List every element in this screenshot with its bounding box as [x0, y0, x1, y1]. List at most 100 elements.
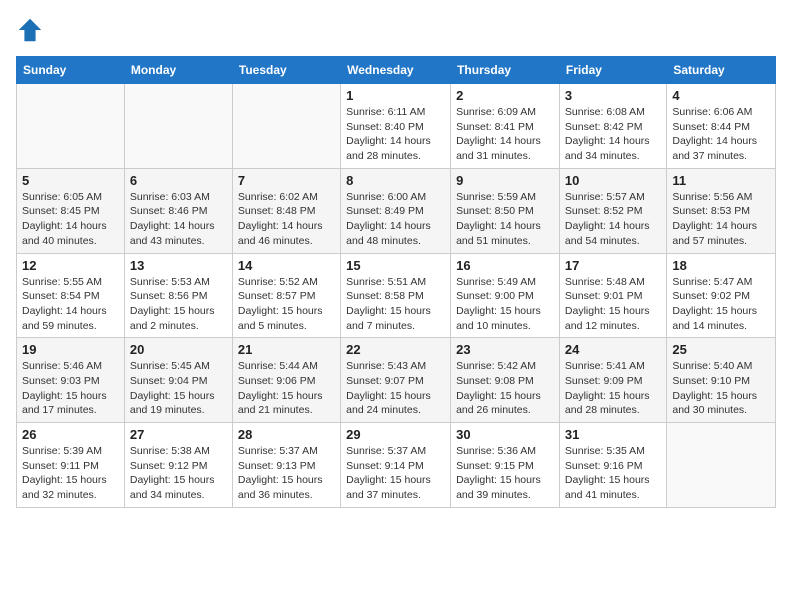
day-number: 13 [130, 258, 227, 273]
calendar-cell: 16 Sunrise: 5:49 AM Sunset: 9:00 PM Dayli… [451, 253, 560, 338]
day-info: Sunrise: 5:45 AM Sunset: 9:04 PM Dayligh… [130, 359, 227, 418]
calendar-cell [124, 84, 232, 169]
calendar-cell: 15Sunrise: 5:51 AM Sunset: 8:58 PM Dayli… [341, 253, 451, 338]
calendar-cell: 5 Sunrise: 6:05 AM Sunset: 8:45 PM Daylig… [17, 168, 125, 253]
day-number: 21 [238, 342, 335, 357]
day-info: Sunrise: 5:56 AM Sunset: 8:53 PM Dayligh… [672, 190, 770, 249]
calendar-cell: 2Sunrise: 6:09 AM Sunset: 8:41 PM Daylig… [451, 84, 560, 169]
calendar-cell: 10 Sunrise: 5:57 AM Sunset: 8:52 PM Dayli… [559, 168, 666, 253]
day-number: 12 [22, 258, 119, 273]
day-number: 16 [456, 258, 554, 273]
day-number: 30 [456, 427, 554, 442]
day-info: Sunrise: 5:38 AM Sunset: 9:12 PM Dayligh… [130, 444, 227, 503]
calendar-cell: 12 Sunrise: 5:55 AM Sunset: 8:54 PM Dayli… [17, 253, 125, 338]
day-number: 7 [238, 173, 335, 188]
calendar-cell: 24 Sunrise: 5:41 AM Sunset: 9:09 PM Dayli… [559, 338, 666, 423]
day-number: 11 [672, 173, 770, 188]
day-info: Sunrise: 5:44 AM Sunset: 9:06 PM Dayligh… [238, 359, 335, 418]
calendar-cell [17, 84, 125, 169]
day-number: 24 [565, 342, 661, 357]
day-number: 8 [346, 173, 445, 188]
calendar-cell: 21 Sunrise: 5:44 AM Sunset: 9:06 PM Dayli… [232, 338, 340, 423]
day-info: Sunrise: 5:57 AM Sunset: 8:52 PM Dayligh… [565, 190, 661, 249]
calendar-cell: 29 Sunrise: 5:37 AM Sunset: 9:14 PM Dayli… [341, 423, 451, 508]
calendar-cell [667, 423, 776, 508]
calendar-cell: 25Sunrise: 5:40 AM Sunset: 9:10 PM Dayli… [667, 338, 776, 423]
day-info: Sunrise: 5:39 AM Sunset: 9:11 PM Dayligh… [22, 444, 119, 503]
weekday-header-friday: Friday [559, 57, 666, 84]
calendar-cell: 22 Sunrise: 5:43 AM Sunset: 9:07 PM Dayli… [341, 338, 451, 423]
day-info: Sunrise: 5:35 AM Sunset: 9:16 PM Dayligh… [565, 444, 661, 503]
day-number: 23 [456, 342, 554, 357]
day-info: Sunrise: 5:37 AM Sunset: 9:13 PM Dayligh… [238, 444, 335, 503]
calendar-cell: 7 Sunrise: 6:02 AM Sunset: 8:48 PM Daylig… [232, 168, 340, 253]
day-info: Sunrise: 6:03 AM Sunset: 8:46 PM Dayligh… [130, 190, 227, 249]
calendar-cell: 20 Sunrise: 5:45 AM Sunset: 9:04 PM Dayli… [124, 338, 232, 423]
day-info: Sunrise: 6:02 AM Sunset: 8:48 PM Dayligh… [238, 190, 335, 249]
day-info: Sunrise: 5:48 AM Sunset: 9:01 PM Dayligh… [565, 275, 661, 334]
day-info: Sunrise: 6:00 AM Sunset: 8:49 PM Dayligh… [346, 190, 445, 249]
day-info: Sunrise: 5:53 AM Sunset: 8:56 PM Dayligh… [130, 275, 227, 334]
day-number: 19 [22, 342, 119, 357]
calendar-cell: 31 Sunrise: 5:35 AM Sunset: 9:16 PM Dayli… [559, 423, 666, 508]
calendar-cell: 26Sunrise: 5:39 AM Sunset: 9:11 PM Dayli… [17, 423, 125, 508]
day-number: 14 [238, 258, 335, 273]
calendar-cell: 6Sunrise: 6:03 AM Sunset: 8:46 PM Daylig… [124, 168, 232, 253]
weekday-header-monday: Monday [124, 57, 232, 84]
day-number: 22 [346, 342, 445, 357]
day-number: 3 [565, 88, 661, 103]
day-info: Sunrise: 5:41 AM Sunset: 9:09 PM Dayligh… [565, 359, 661, 418]
logo [16, 16, 48, 44]
week-row-2: 5 Sunrise: 6:05 AM Sunset: 8:45 PM Daylig… [17, 168, 776, 253]
day-number: 31 [565, 427, 661, 442]
calendar-cell: 13 Sunrise: 5:53 AM Sunset: 8:56 PM Dayli… [124, 253, 232, 338]
day-info: Sunrise: 5:36 AM Sunset: 9:15 PM Dayligh… [456, 444, 554, 503]
calendar-cell: 30 Sunrise: 5:36 AM Sunset: 9:15 PM Dayli… [451, 423, 560, 508]
day-number: 27 [130, 427, 227, 442]
calendar-cell: 9Sunrise: 5:59 AM Sunset: 8:50 PM Daylig… [451, 168, 560, 253]
calendar-cell: 23Sunrise: 5:42 AM Sunset: 9:08 PM Dayli… [451, 338, 560, 423]
day-info: Sunrise: 5:59 AM Sunset: 8:50 PM Dayligh… [456, 190, 554, 249]
weekday-header-saturday: Saturday [667, 57, 776, 84]
day-number: 2 [456, 88, 554, 103]
day-number: 1 [346, 88, 445, 103]
logo-icon [16, 16, 44, 44]
week-row-5: 26Sunrise: 5:39 AM Sunset: 9:11 PM Dayli… [17, 423, 776, 508]
calendar-cell [232, 84, 340, 169]
day-info: Sunrise: 5:37 AM Sunset: 9:14 PM Dayligh… [346, 444, 445, 503]
weekday-header-sunday: Sunday [17, 57, 125, 84]
day-info: Sunrise: 6:05 AM Sunset: 8:45 PM Dayligh… [22, 190, 119, 249]
day-info: Sunrise: 5:55 AM Sunset: 8:54 PM Dayligh… [22, 275, 119, 334]
day-info: Sunrise: 6:11 AM Sunset: 8:40 PM Dayligh… [346, 105, 445, 164]
weekday-header-tuesday: Tuesday [232, 57, 340, 84]
day-info: Sunrise: 5:43 AM Sunset: 9:07 PM Dayligh… [346, 359, 445, 418]
day-info: Sunrise: 6:08 AM Sunset: 8:42 PM Dayligh… [565, 105, 661, 164]
day-number: 29 [346, 427, 445, 442]
day-info: Sunrise: 6:06 AM Sunset: 8:44 PM Dayligh… [672, 105, 770, 164]
calendar-cell: 8 Sunrise: 6:00 AM Sunset: 8:49 PM Daylig… [341, 168, 451, 253]
day-number: 10 [565, 173, 661, 188]
weekday-header-wednesday: Wednesday [341, 57, 451, 84]
day-number: 20 [130, 342, 227, 357]
week-row-4: 19 Sunrise: 5:46 AM Sunset: 9:03 PM Dayli… [17, 338, 776, 423]
day-info: Sunrise: 5:49 AM Sunset: 9:00 PM Dayligh… [456, 275, 554, 334]
calendar-cell: 4Sunrise: 6:06 AM Sunset: 8:44 PM Daylig… [667, 84, 776, 169]
day-number: 5 [22, 173, 119, 188]
day-info: Sunrise: 5:47 AM Sunset: 9:02 PM Dayligh… [672, 275, 770, 334]
day-number: 18 [672, 258, 770, 273]
day-info: Sunrise: 5:46 AM Sunset: 9:03 PM Dayligh… [22, 359, 119, 418]
day-number: 15 [346, 258, 445, 273]
weekday-header-thursday: Thursday [451, 57, 560, 84]
weekday-header-row: SundayMondayTuesdayWednesdayThursdayFrid… [17, 57, 776, 84]
calendar-cell: 18 Sunrise: 5:47 AM Sunset: 9:02 PM Dayli… [667, 253, 776, 338]
day-number: 28 [238, 427, 335, 442]
calendar-cell: 1 Sunrise: 6:11 AM Sunset: 8:40 PM Daylig… [341, 84, 451, 169]
page-header [16, 16, 776, 44]
day-number: 25 [672, 342, 770, 357]
week-row-1: 1 Sunrise: 6:11 AM Sunset: 8:40 PM Daylig… [17, 84, 776, 169]
week-row-3: 12 Sunrise: 5:55 AM Sunset: 8:54 PM Dayli… [17, 253, 776, 338]
day-info: Sunrise: 5:52 AM Sunset: 8:57 PM Dayligh… [238, 275, 335, 334]
calendar-cell: 28 Sunrise: 5:37 AM Sunset: 9:13 PM Dayli… [232, 423, 340, 508]
calendar-cell: 27 Sunrise: 5:38 AM Sunset: 9:12 PM Dayli… [124, 423, 232, 508]
calendar-cell: 3 Sunrise: 6:08 AM Sunset: 8:42 PM Daylig… [559, 84, 666, 169]
